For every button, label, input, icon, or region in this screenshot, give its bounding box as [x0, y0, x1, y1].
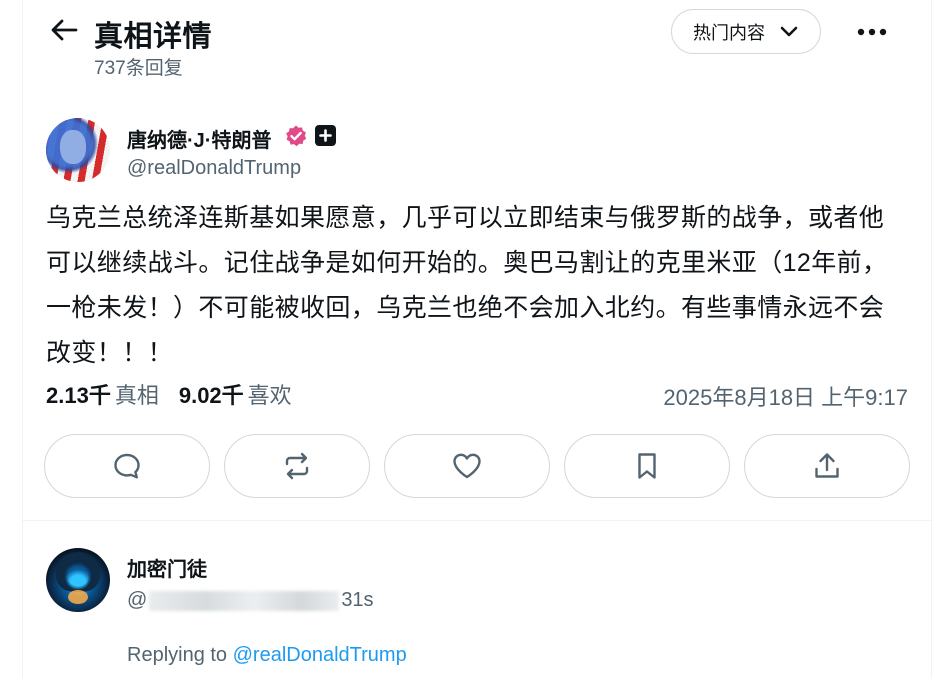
- avatar-face: [60, 130, 86, 164]
- like-button[interactable]: [384, 434, 550, 498]
- page-title: 真相详情: [94, 21, 213, 53]
- reply-handle-prefix: @: [127, 589, 148, 611]
- reply-author-avatar[interactable]: [46, 548, 110, 612]
- bookmark-icon: [638, 453, 656, 479]
- retruth-button[interactable]: [224, 434, 370, 498]
- bookmark-button[interactable]: [564, 434, 730, 498]
- replying-to-line: Replying to @realDonaldTrump: [127, 644, 407, 667]
- chevron-down-icon: [780, 26, 798, 36]
- back-button[interactable]: [48, 14, 80, 46]
- likes-label[interactable]: 喜欢: [248, 378, 292, 410]
- reply-icon: [114, 453, 140, 479]
- post-text: 乌克兰总统泽连斯基如果愿意，几乎可以立即结束与俄罗斯的战争，或者他可以继续战斗。…: [46, 204, 888, 367]
- section-divider: [22, 520, 932, 521]
- avatar-glow: [68, 590, 88, 604]
- avatar-art: [56, 552, 100, 592]
- post-stats: 2.13千 真相 9.02千 喜欢: [46, 378, 312, 410]
- more-options-button[interactable]: [852, 16, 892, 48]
- author-name[interactable]: 唐纳德·J·特朗普: [127, 124, 271, 153]
- replying-to-handle-link[interactable]: @realDonaldTrump: [233, 644, 407, 666]
- reply-author-name[interactable]: 加密门徒: [127, 553, 207, 582]
- likes-count[interactable]: 9.02千: [179, 378, 244, 410]
- more-horizontal-icon: [857, 28, 887, 36]
- replying-to-label: Replying to: [127, 644, 228, 666]
- share-icon: [815, 453, 839, 478]
- retruths-count[interactable]: 2.13千: [46, 378, 111, 410]
- author-avatar[interactable]: [46, 118, 110, 182]
- sort-dropdown-label: 热门内容: [693, 22, 765, 43]
- retruths-label[interactable]: 真相: [115, 378, 159, 410]
- heart-icon: [453, 453, 481, 479]
- share-button[interactable]: [744, 434, 910, 498]
- reply-author-handle[interactable]: @ 31s: [127, 589, 374, 612]
- sort-dropdown[interactable]: 热门内容: [671, 9, 821, 54]
- arrow-left-icon: [51, 19, 78, 41]
- reply-count: 737条回复: [94, 58, 183, 79]
- verified-badge-icon: [284, 124, 308, 148]
- retruth-icon: [285, 452, 309, 480]
- reply-button[interactable]: [44, 434, 210, 498]
- plus-badge-icon: [315, 125, 336, 146]
- post-timestamp: 2025年8月18日 上午9:17: [663, 385, 908, 410]
- reply-handle-suffix: 31s: [341, 589, 374, 611]
- author-handle[interactable]: @realDonaldTrump: [127, 157, 301, 180]
- blurred-handle-redaction: [149, 590, 340, 611]
